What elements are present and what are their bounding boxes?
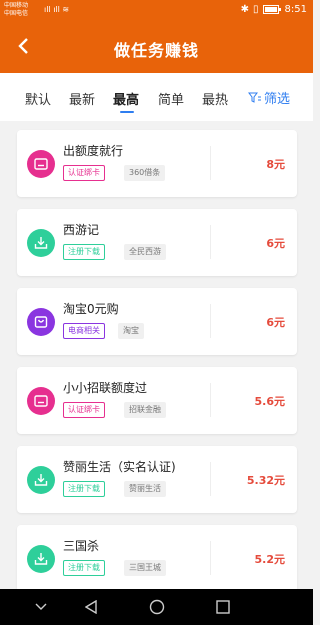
battery-icon [262,5,281,14]
page-title: 做任务赚钱 [113,41,199,60]
task-category-tag: 认证绑卡 [63,165,105,181]
signal-icon: ıll ıll ≋ [44,5,70,14]
task-card[interactable]: 三国杀 注册下载 三国王城 5.2元 [17,525,297,589]
download-icon [27,545,55,573]
task-reward: 5.6元 [254,395,286,408]
carrier-info: 中国移动 中国电信 [4,2,28,18]
task-reward: 5.2元 [254,553,286,566]
home-nav-button[interactable] [144,589,170,625]
recents-nav-button[interactable] [210,589,236,625]
divider [210,462,211,496]
task-title: 三国杀 [63,539,100,553]
task-app-tag: 360借条 [124,165,166,181]
shopping-bag-icon [27,308,55,336]
tab-highest[interactable]: 最高 [113,89,139,108]
task-category-tag: 电商相关 [63,323,105,339]
task-title: 淘宝0元购 [63,302,119,316]
vibrate-icon: ▯ [253,4,259,15]
task-reward: 6元 [266,237,285,250]
task-app-tag: 三国王城 [124,560,166,576]
square-recents-icon [216,600,230,614]
divider [210,541,211,575]
task-app-tag: 招联金融 [124,402,166,418]
status-bar: 中国移动 中国电信 ıll ıll ≋ ✱ ▯ 8:51 [0,0,313,22]
task-app-tag: 赞丽生活 [124,481,166,497]
task-card[interactable]: 淘宝0元购 电商相关 淘宝 6元 [17,288,297,355]
tab-hottest[interactable]: 最热 [202,89,228,108]
divider [210,383,211,417]
carrier-2: 中国电信 [4,10,29,17]
download-icon [27,229,55,257]
task-list: 出额度就行 认证绑卡 360借条 8元 西游记 注册下载 全民西游 6元 淘宝0… [0,121,313,589]
status-right: ✱ ▯ 8:51 [241,4,307,15]
filter-label: 筛选 [264,92,291,107]
task-title: 赞丽生活（实名认证) [63,460,176,474]
sort-tabs: 默认 最新 最高 简单 最热 筛选 [0,73,313,121]
task-category-tag: 注册下载 [63,481,105,497]
filter-button[interactable]: 筛选 [248,88,290,107]
task-reward: 5.32元 [246,474,285,487]
card-icon [27,150,55,178]
clock: 8:51 [284,4,307,15]
chevron-down-icon [35,603,47,610]
tab-default[interactable]: 默认 [25,89,51,108]
card-icon [27,387,55,415]
system-nav-bar [0,589,313,625]
task-title: 出额度就行 [63,144,124,158]
divider [210,146,211,180]
divider [210,225,211,259]
task-reward: 6元 [266,316,285,329]
filter-icon [248,92,261,103]
task-app-tag: 淘宝 [118,323,144,339]
title-bar: 做任务赚钱 [0,22,313,73]
active-tab-indicator [120,111,134,113]
task-title: 小小招联额度过 [63,381,148,395]
triangle-back-icon [85,600,97,614]
task-card[interactable]: 赞丽生活（实名认证) 注册下载 赞丽生活 5.32元 [17,446,297,513]
carrier-1: 中国移动 [4,2,29,9]
hide-keyboard-button[interactable] [28,589,54,625]
bluetooth-icon: ✱ [240,4,250,15]
task-app-tag: 全民西游 [124,244,166,260]
download-icon [27,466,55,494]
task-card[interactable]: 西游记 注册下载 全民西游 6元 [17,209,297,276]
back-nav-button[interactable] [78,589,104,625]
divider [210,304,211,338]
task-category-tag: 认证绑卡 [63,402,105,418]
task-category-tag: 注册下载 [63,244,105,260]
task-card[interactable]: 出额度就行 认证绑卡 360借条 8元 [17,130,297,197]
task-card[interactable]: 小小招联额度过 认证绑卡 招联金融 5.6元 [17,367,297,434]
task-reward: 8元 [266,158,285,171]
tab-simple[interactable]: 简单 [158,89,184,108]
circle-home-icon [149,599,165,615]
task-category-tag: 注册下载 [63,560,105,576]
task-title: 西游记 [63,223,100,237]
tab-newest[interactable]: 最新 [69,89,95,108]
